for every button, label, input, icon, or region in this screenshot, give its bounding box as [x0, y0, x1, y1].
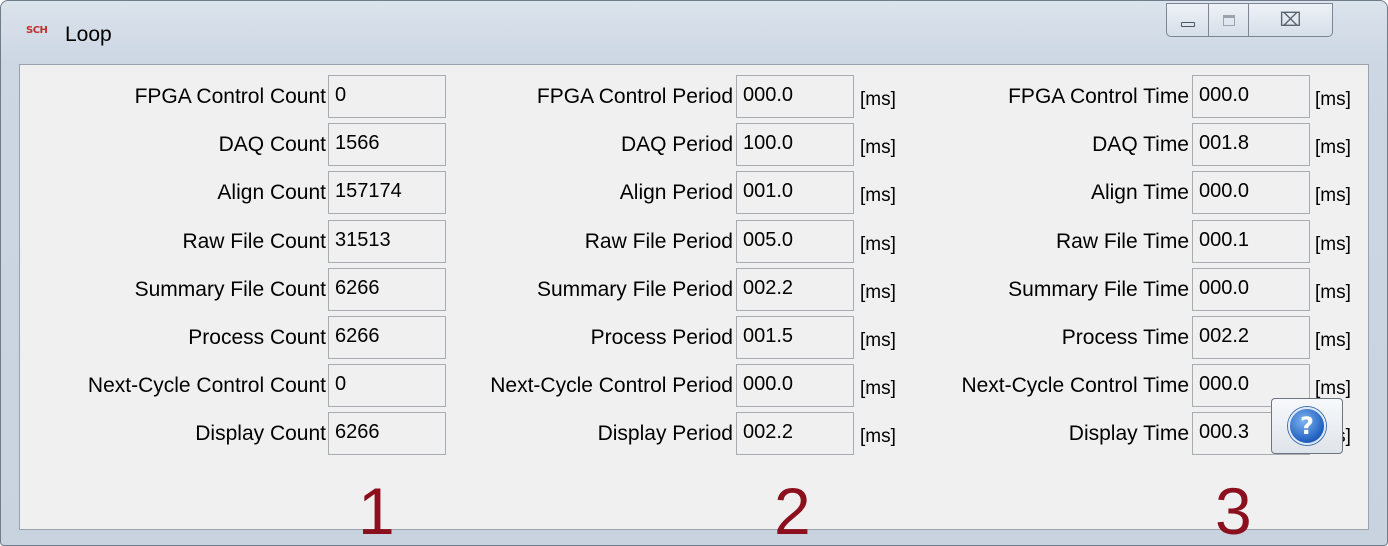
- minimize-button[interactable]: [1166, 3, 1208, 37]
- loop-window: SCH Loop ⌧ FPGA Control Count 0 DAQ Count 1…: [0, 0, 1388, 546]
- column-number-marker: 3: [1215, 474, 1252, 546]
- value-field[interactable]: 002.2: [1192, 316, 1310, 359]
- value-field[interactable]: 000.1: [1192, 219, 1310, 263]
- field-label: Next-Cycle Control Count: [87, 374, 326, 398]
- value-field[interactable]: 000.0: [1192, 75, 1310, 118]
- loop-panel: FPGA Control Count 0 DAQ Count 1566 Align Co…: [19, 64, 1369, 544]
- value-field[interactable]: 000.0: [1192, 267, 1310, 311]
- maximize-button[interactable]: [1208, 3, 1248, 37]
- field-label: DAQ Count: [218, 133, 326, 157]
- unit-label: [ms]: [1315, 89, 1351, 110]
- app-logo-icon: SCH: [26, 25, 48, 36]
- field-label: Align Period: [619, 181, 733, 205]
- unit-label: [ms]: [1315, 185, 1351, 207]
- field-label: Display Time: [1068, 422, 1189, 446]
- field-label: Next-Cycle Control Time: [961, 374, 1189, 398]
- field-label: Align Time: [1090, 181, 1189, 205]
- field-label: FPGA Control Time: [1008, 85, 1189, 108]
- column-number-marker: 1: [358, 474, 395, 546]
- column-number-marker: 2: [774, 474, 811, 546]
- field-label: Process Period: [590, 326, 733, 349]
- field-label: Raw File Time: [1055, 229, 1189, 253]
- field-label: Process Count: [188, 326, 326, 349]
- field-label: FPGA Control Period: [536, 85, 733, 108]
- field-label: FPGA Control Count: [134, 85, 326, 108]
- field-label: Summary File Count: [134, 277, 326, 301]
- window-title: Loop: [65, 23, 112, 46]
- value-field[interactable]: 001.8: [1192, 123, 1310, 167]
- close-icon: ⌧: [1279, 9, 1302, 31]
- unit-label: [ms]: [1315, 137, 1351, 159]
- field-label: DAQ Period: [620, 133, 733, 157]
- window-controls: ⌧: [1166, 3, 1378, 37]
- field-label: Raw File Count: [182, 229, 326, 253]
- field-label: Summary File Period: [536, 277, 733, 301]
- value-field[interactable]: 000.0: [1192, 171, 1310, 215]
- field-label: Process Time: [1061, 326, 1189, 349]
- field-label: Display Period: [597, 422, 733, 446]
- unit-label: [ms]: [1315, 233, 1351, 255]
- title-bar[interactable]: SCH Loop ⌧: [1, 1, 1387, 63]
- field-label: Align Count: [217, 181, 326, 205]
- minimize-icon: [1180, 21, 1195, 27]
- field-label: Raw File Period: [584, 229, 733, 253]
- unit-label: [ms]: [1315, 281, 1351, 303]
- field-label: Summary File Time: [1008, 277, 1189, 301]
- field-label: DAQ Time: [1092, 133, 1189, 157]
- field-label: Next-Cycle Control Period: [490, 374, 733, 398]
- field-label: Display Count: [195, 422, 326, 446]
- help-button[interactable]: ?: [1271, 398, 1343, 454]
- maximize-icon: [1222, 14, 1235, 26]
- unit-label: [ms]: [1315, 330, 1351, 351]
- help-icon: ?: [1288, 407, 1326, 445]
- close-button[interactable]: ⌧: [1248, 3, 1333, 37]
